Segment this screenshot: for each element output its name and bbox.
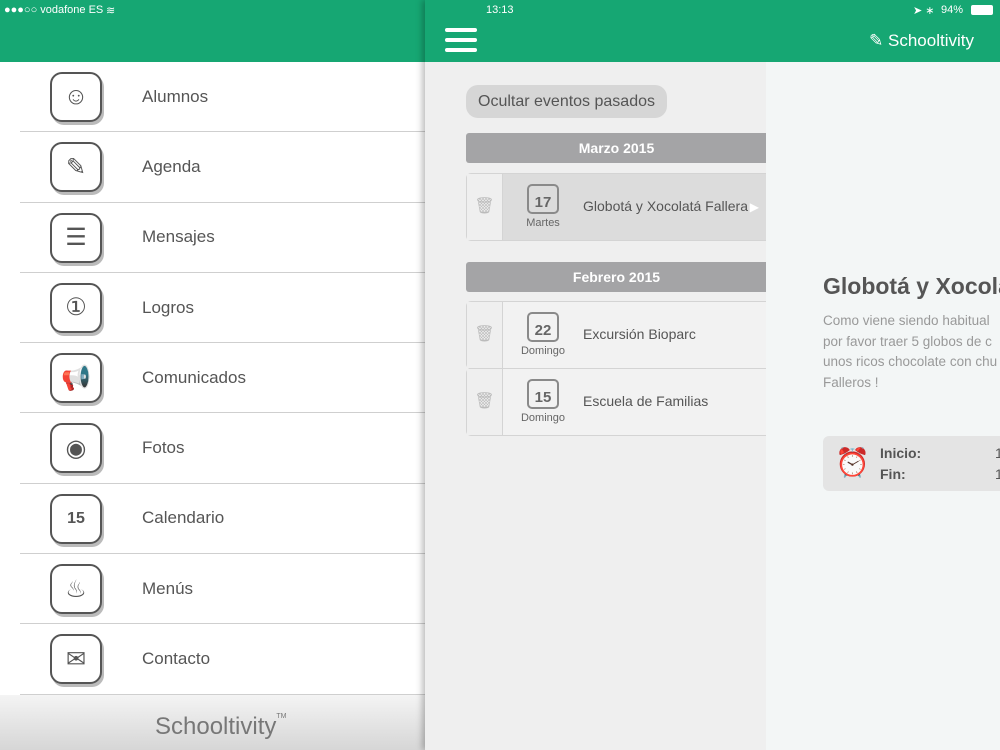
medal-icon: ① bbox=[50, 282, 102, 333]
description-line: unos ricos chocolate con chu bbox=[823, 354, 998, 369]
carrier-status: ●●●○○ vodafone ES bbox=[4, 4, 104, 16]
menu-label: Calendario bbox=[142, 508, 225, 528]
menu-item-mensajes[interactable]: ☰ Mensajes bbox=[20, 203, 425, 273]
event-row[interactable]: 🗑 15 Domingo Escuela de Familias bbox=[466, 368, 767, 436]
megaphone-icon: 📢 bbox=[50, 353, 102, 404]
brand-logo: ✎ Schooltivity bbox=[869, 31, 974, 50]
trash-icon[interactable]: 🗑 bbox=[467, 369, 503, 435]
menu-label: Fotos bbox=[142, 438, 185, 458]
event-weekday: Domingo bbox=[520, 412, 566, 424]
description-line: por favor traer 5 globos de c bbox=[823, 333, 992, 349]
logo-text: Schooltivity bbox=[155, 713, 277, 740]
calendar-icon: 17 bbox=[527, 184, 559, 214]
menu-item-comunicados[interactable]: 📢 Comunicados bbox=[20, 343, 425, 414]
start-label: Inicio: bbox=[880, 445, 922, 461]
hide-past-events-button[interactable]: Ocultar eventos pasados bbox=[466, 85, 667, 118]
event-weekday: Domingo bbox=[520, 345, 566, 357]
menu-header: ●●●○○ vodafone ES ≋ bbox=[0, 0, 425, 62]
menu-item-logros[interactable]: ① Logros bbox=[20, 273, 425, 344]
end-label: Fin: bbox=[880, 466, 906, 482]
event-title: Excursión Bioparc bbox=[583, 326, 696, 342]
menu-item-contacto[interactable]: ✉ Contacto bbox=[20, 624, 425, 695]
event-list: Ocultar eventos pasados Marzo 2015 🗑 17 … bbox=[425, 62, 767, 750]
detail-title: Globotá y Xocolatá Fallera bbox=[823, 273, 1000, 299]
battery-percent: 94% bbox=[941, 4, 964, 16]
calendar-icon: 22 bbox=[527, 312, 559, 342]
nav-bar: 13:13 ➤ ∗ 94% ✎ Schooltivity bbox=[425, 0, 1000, 62]
event-times: ⏰ Inicio: 1 Fin: 1 bbox=[823, 436, 1000, 491]
student-icon: ☺ bbox=[50, 72, 102, 122]
hamburger-menu-button[interactable] bbox=[445, 28, 477, 52]
menu-label: Logros bbox=[142, 297, 194, 317]
chat-icon: ☰ bbox=[50, 212, 102, 263]
menu-item-alumnos[interactable]: ☺ Alumnos bbox=[20, 62, 425, 133]
menu-list: ☺ Alumnos ✎ Agenda ☰ Mensajes ① Logros 📢 Comu… bbox=[0, 62, 425, 695]
menu-item-fotos[interactable]: ◉ Fotos bbox=[20, 413, 425, 484]
calendar-icon: 15 bbox=[527, 379, 559, 409]
brand-text: Schooltivity bbox=[888, 31, 974, 50]
schooltivity-logo: SchooltivityTM bbox=[155, 713, 287, 741]
footer-logo: SchooltivityTM bbox=[0, 695, 425, 750]
menu-label: Comunicados bbox=[142, 367, 246, 387]
menu-label: Mensajes bbox=[142, 227, 215, 247]
menu-item-agenda[interactable]: ✎ Agenda bbox=[20, 132, 425, 203]
trademark: TM bbox=[276, 713, 287, 720]
side-menu: ●●●○○ vodafone ES ≋ ☺ Alumnos ✎ Agenda ☰ Me… bbox=[0, 0, 425, 750]
menu-item-calendario[interactable]: 15 Calendario bbox=[20, 484, 425, 555]
main-panel: 13:13 ➤ ∗ 94% ✎ Schooltivity Ocultar eve… bbox=[425, 0, 1000, 750]
menu-label: Contacto bbox=[142, 649, 211, 669]
description-line: Falleros ! bbox=[823, 374, 879, 390]
description-line: Como viene siendo habitual bbox=[823, 313, 990, 328]
event-title: Globotá y Xocolatá Fallera bbox=[583, 198, 748, 214]
map-pin-icon: ✉ bbox=[50, 634, 102, 685]
event-row[interactable]: 🗑 22 Domingo Excursión Bioparc bbox=[466, 301, 767, 369]
menu-label: Agenda bbox=[142, 156, 201, 176]
menu-label: Menús bbox=[142, 578, 194, 598]
month-header: Febrero 2015 bbox=[466, 262, 767, 292]
battery-icon bbox=[971, 5, 993, 15]
menu-item-menus[interactable]: ♨ Menús bbox=[20, 554, 425, 625]
camera-icon: ◉ bbox=[50, 423, 102, 474]
end-value: 1 bbox=[995, 466, 1000, 482]
trash-icon[interactable]: 🗑 bbox=[467, 174, 503, 240]
location-bluetooth-icons: ➤ ∗ bbox=[913, 5, 935, 17]
trash-icon[interactable]: 🗑 bbox=[467, 302, 503, 368]
event-detail: Globotá y Xocolatá Fallera Como viene si… bbox=[766, 62, 1000, 750]
event-row[interactable]: 🗑 17 Martes Globotá y Xocolatá Fallera ▶ bbox=[466, 173, 767, 241]
chevron-right-icon: ▶ bbox=[749, 200, 759, 214]
event-title: Escuela de Familias bbox=[583, 393, 709, 409]
detail-description: Como viene siendo habitual por favor tra… bbox=[823, 311, 997, 393]
pencil-ruler-icon: ✎ bbox=[50, 142, 102, 193]
calendar-icon: 15 bbox=[50, 493, 102, 544]
start-value: 1 bbox=[995, 445, 1000, 461]
month-header: Marzo 2015 bbox=[466, 133, 767, 163]
clock: 13:13 bbox=[486, 4, 514, 16]
wifi-icon: ≋ bbox=[106, 5, 116, 17]
event-weekday: Martes bbox=[526, 217, 560, 229]
menu-label: Alumnos bbox=[142, 86, 209, 106]
chef-hat-icon: ♨ bbox=[50, 564, 102, 615]
alarm-clock-icon: ⏰ bbox=[835, 447, 870, 478]
